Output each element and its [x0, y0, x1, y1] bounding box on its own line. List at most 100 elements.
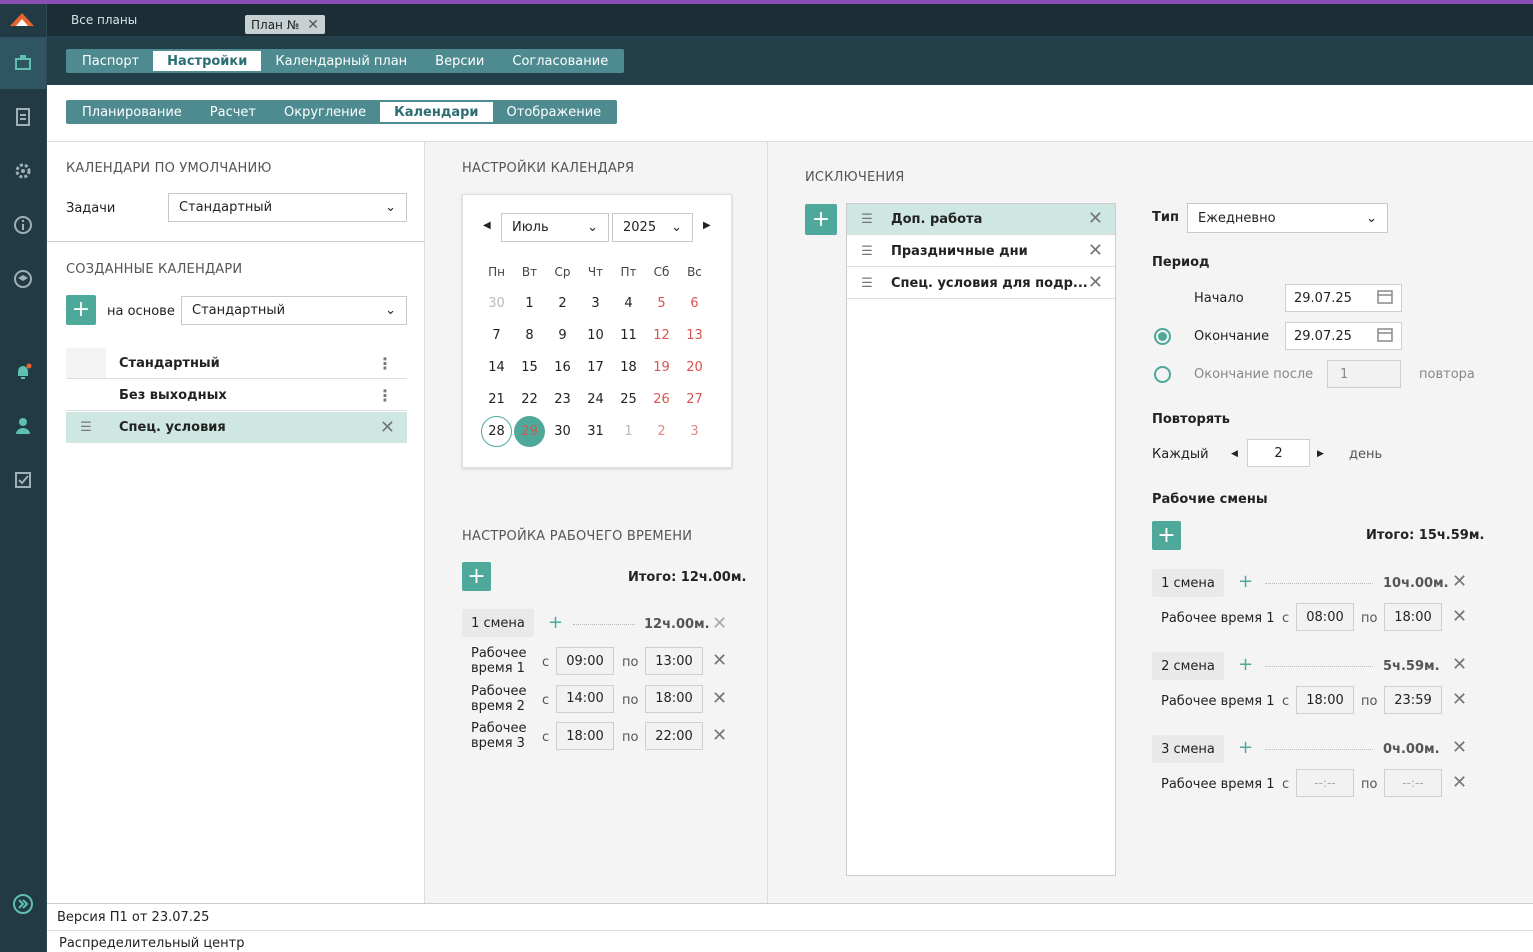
- drag-lines-icon[interactable]: ☰: [847, 212, 887, 227]
- calendar-day[interactable]: 16: [546, 351, 579, 383]
- calendar-day[interactable]: 10: [579, 319, 612, 351]
- add-worktime-icon[interactable]: +: [548, 612, 563, 633]
- calendar-day[interactable]: 21: [480, 383, 513, 415]
- close-icon[interactable]: ✕: [712, 727, 727, 745]
- end-date-input[interactable]: 29.07.25: [1285, 322, 1402, 350]
- calendar-day[interactable]: 28: [480, 415, 513, 447]
- close-icon[interactable]: ✕: [1452, 739, 1467, 757]
- to-time-input[interactable]: 13:00: [645, 647, 703, 675]
- expand-sidebar-icon[interactable]: [0, 878, 46, 930]
- calendar-day[interactable]: 27: [678, 383, 711, 415]
- shift-chip[interactable]: 3 смена: [1152, 735, 1224, 763]
- calendar-day[interactable]: 11: [612, 319, 645, 351]
- calendar-day[interactable]: 2: [645, 415, 678, 447]
- close-icon[interactable]: ✕: [1452, 691, 1467, 709]
- from-time-input[interactable]: --:--: [1296, 769, 1354, 797]
- calendar-day[interactable]: 31: [579, 415, 612, 447]
- close-icon[interactable]: ✕: [1088, 242, 1103, 260]
- add-worktime-icon[interactable]: +: [1238, 571, 1253, 592]
- list-item[interactable]: Стандартный ⋮: [66, 348, 407, 379]
- calendar-day[interactable]: 17: [579, 351, 612, 383]
- close-icon[interactable]: ✕: [1088, 210, 1103, 228]
- close-icon[interactable]: ✕: [1452, 573, 1467, 591]
- add-shift-button[interactable]: +: [1152, 521, 1181, 550]
- repeat-count-input[interactable]: 1: [1327, 360, 1401, 388]
- to-time-input[interactable]: 18:00: [1384, 603, 1442, 631]
- calendar-day[interactable]: 12: [645, 319, 678, 351]
- close-icon[interactable]: ✕: [1088, 274, 1103, 292]
- calendar-day[interactable]: 19: [645, 351, 678, 383]
- add-worktime-icon[interactable]: +: [1238, 737, 1253, 758]
- from-time-input[interactable]: 18:00: [1296, 686, 1354, 714]
- tab-calendar-plan[interactable]: Календарный план: [261, 51, 421, 71]
- end-date-radio[interactable]: [1154, 328, 1171, 345]
- add-shift-button[interactable]: +: [462, 562, 491, 591]
- calendar-day[interactable]: 13: [678, 319, 711, 351]
- calendar-day[interactable]: 1: [612, 415, 645, 447]
- calendar-day[interactable]: 2: [546, 287, 579, 319]
- plan-tab[interactable]: План № ✕: [245, 15, 325, 34]
- from-time-input[interactable]: 14:00: [556, 684, 614, 713]
- tab-approval[interactable]: Согласование: [498, 51, 622, 71]
- calendar-day[interactable]: 30: [480, 287, 513, 319]
- calendar-day[interactable]: 5: [645, 287, 678, 319]
- calendar-day[interactable]: 23: [546, 383, 579, 415]
- based-on-select[interactable]: Стандартный ⌄: [181, 296, 407, 325]
- tab-calendars[interactable]: Календари: [380, 102, 493, 122]
- user-icon[interactable]: [0, 400, 46, 452]
- to-time-input[interactable]: --:--: [1384, 769, 1442, 797]
- calendar-day[interactable]: 24: [579, 383, 612, 415]
- tasks-calendar-select[interactable]: Стандартный ⌄: [168, 193, 407, 222]
- drag-lines-icon[interactable]: ☰: [66, 420, 106, 435]
- to-time-input[interactable]: 18:00: [645, 684, 703, 713]
- month-select[interactable]: Июль ⌄: [501, 213, 609, 242]
- calendar-day[interactable]: 7: [480, 319, 513, 351]
- next-month-icon[interactable]: ▶: [703, 220, 711, 231]
- tab-display[interactable]: Отображение: [493, 102, 616, 122]
- close-icon[interactable]: ✕: [1452, 608, 1467, 626]
- shift-chip[interactable]: 1 смена: [1152, 569, 1224, 597]
- calendar-day[interactable]: 30: [546, 415, 579, 447]
- calendar-day[interactable]: 25: [612, 383, 645, 415]
- close-icon[interactable]: ✕: [1452, 774, 1467, 792]
- calendar-day[interactable]: 9: [546, 319, 579, 351]
- end-after-radio[interactable]: [1154, 366, 1171, 383]
- bell-icon[interactable]: [0, 346, 46, 398]
- tab-versions[interactable]: Версии: [421, 51, 498, 71]
- calendar-day[interactable]: 29: [513, 415, 546, 447]
- from-time-input[interactable]: 18:00: [556, 722, 614, 750]
- from-time-input[interactable]: 09:00: [556, 647, 614, 675]
- to-time-input[interactable]: 22:00: [645, 722, 703, 750]
- checklist-icon[interactable]: [0, 454, 46, 506]
- calendar-day[interactable]: 15: [513, 351, 546, 383]
- calendar-day[interactable]: 4: [612, 287, 645, 319]
- calendar-day[interactable]: 14: [480, 351, 513, 383]
- close-icon[interactable]: ✕: [1452, 656, 1467, 674]
- decrement-icon[interactable]: ◀: [1231, 449, 1238, 459]
- plans-icon[interactable]: [0, 37, 46, 89]
- close-icon[interactable]: ✕: [712, 615, 727, 633]
- logo-icon[interactable]: [0, 4, 46, 34]
- tab-passport[interactable]: Паспорт: [68, 51, 153, 71]
- list-item[interactable]: ☰ Спец. условия для подр... ✕: [847, 268, 1115, 299]
- info-icon[interactable]: [0, 199, 46, 251]
- list-item[interactable]: ☰ Доп. работа ✕: [847, 204, 1115, 235]
- close-tab-icon[interactable]: ✕: [307, 17, 319, 33]
- to-time-input[interactable]: 23:59: [1384, 686, 1442, 714]
- drag-lines-icon[interactable]: ☰: [847, 244, 887, 259]
- calendar-day[interactable]: 22: [513, 383, 546, 415]
- year-select[interactable]: 2025 ⌄: [612, 213, 693, 242]
- calendar-day[interactable]: 3: [579, 287, 612, 319]
- close-icon[interactable]: ✕: [712, 689, 727, 708]
- add-worktime-icon[interactable]: +: [1238, 654, 1253, 675]
- list-item[interactable]: ☰ Праздничные дни ✕: [847, 236, 1115, 267]
- shift-chip[interactable]: 2 смена: [1152, 652, 1224, 680]
- calendar-day[interactable]: 26: [645, 383, 678, 415]
- tab-settings[interactable]: Настройки: [153, 51, 262, 71]
- drag-lines-icon[interactable]: ☰: [847, 276, 887, 291]
- start-date-input[interactable]: 29.07.25: [1285, 284, 1402, 312]
- calendar-day[interactable]: 18: [612, 351, 645, 383]
- add-exception-button[interactable]: +: [805, 204, 837, 235]
- close-icon[interactable]: ✕: [380, 418, 395, 437]
- list-item[interactable]: ☰ Спец. условия ✕: [66, 412, 407, 443]
